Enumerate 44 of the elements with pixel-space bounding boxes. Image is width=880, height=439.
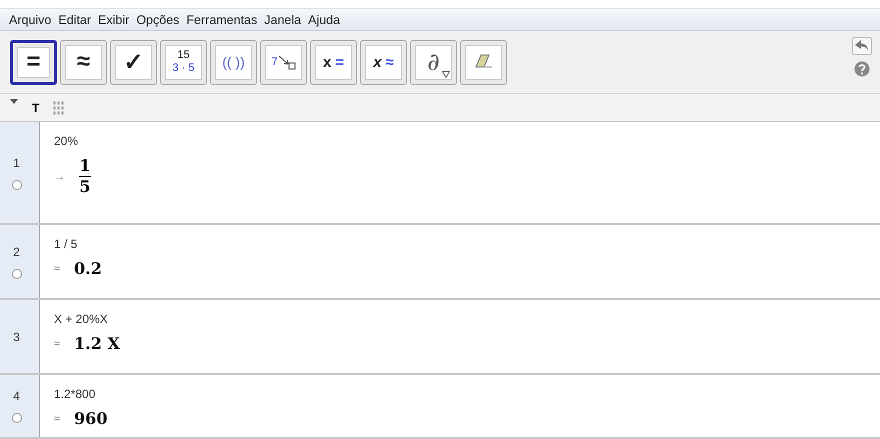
cas-input[interactable]: X + 20%X: [54, 312, 880, 326]
menu-item[interactable]: Opções: [136, 12, 184, 26]
cas-input[interactable]: 20%: [54, 134, 880, 148]
solve-tool-button[interactable]: x =: [310, 40, 357, 84]
help-icon[interactable]: [854, 61, 870, 77]
result-symbol: →: [54, 170, 65, 182]
menu-item[interactable]: Ajuda: [308, 12, 344, 26]
fraction-result: 1 5: [79, 156, 91, 197]
row-number: 4: [13, 389, 20, 403]
expand-tool-button[interactable]: (( )): [210, 40, 257, 84]
cas-output: 0.2: [74, 259, 102, 278]
row-number: 3: [13, 330, 20, 344]
dropdown-triangle-icon: [442, 70, 450, 78]
table-icon[interactable]: [53, 100, 66, 114]
menu-item[interactable]: Exibir: [98, 12, 134, 26]
arrow-square-icon: [278, 54, 296, 70]
factor-tool-button[interactable]: 15 3 · 5: [160, 40, 207, 84]
menu-item[interactable]: Arquivo: [9, 12, 56, 26]
cas-output: 960: [74, 409, 108, 428]
result-symbol: ≈: [54, 262, 60, 274]
menu-item[interactable]: Ferramentas: [186, 12, 262, 26]
delete-tool-button[interactable]: [460, 40, 507, 84]
cas-output: 1.2 X: [74, 334, 120, 353]
visibility-toggle[interactable]: [12, 180, 22, 190]
result-symbol: ≈: [54, 338, 60, 350]
cas-input[interactable]: 1 / 5: [54, 237, 880, 251]
visibility-toggle[interactable]: [12, 413, 22, 423]
solve-tool-button[interactable]: x ≈: [360, 40, 407, 84]
cas-input[interactable]: 1.2*800: [54, 387, 880, 401]
undo-icon[interactable]: [852, 37, 872, 55]
visibility-toggle[interactable]: [12, 268, 22, 278]
text-style-button[interactable]: T: [32, 100, 40, 114]
row-number: 1: [13, 156, 20, 170]
menu-item[interactable]: Janela: [264, 12, 306, 26]
tool-button[interactable]: =: [10, 40, 57, 84]
derivative-tool-button[interactable]: ∂: [410, 40, 457, 84]
menu-item[interactable]: Editar: [58, 12, 96, 26]
row-number: 2: [13, 244, 20, 258]
substitute-tool-button[interactable]: 7: [260, 40, 307, 84]
tool-button[interactable]: ≈: [60, 40, 107, 84]
tool-button[interactable]: ✓: [110, 40, 157, 84]
eraser-icon: [472, 54, 494, 70]
collapse-triangle-icon[interactable]: [10, 98, 18, 104]
result-symbol: ≈: [54, 412, 60, 424]
